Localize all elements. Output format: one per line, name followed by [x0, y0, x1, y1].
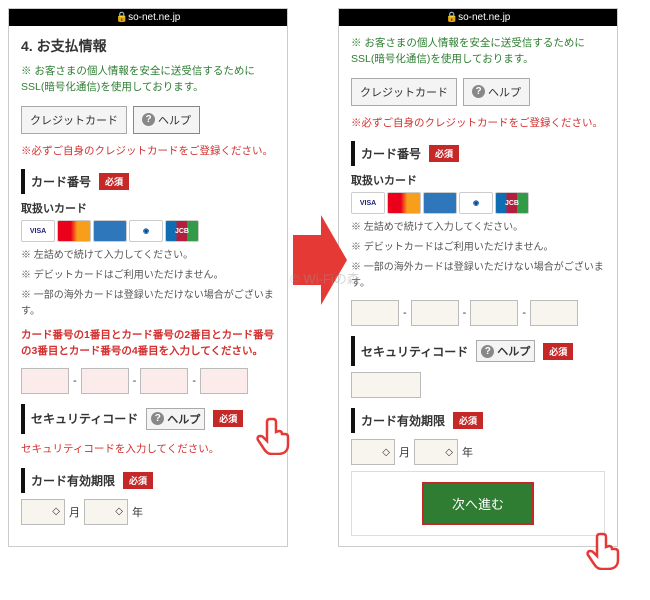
hint-1: ※ 左詰めで続けて入力してください。 [351, 220, 605, 236]
pointer-hand-icon [585, 530, 625, 573]
submit-wrap: 次へ進む [351, 471, 605, 536]
hint-2: ※ デビットカードはご利用いただけません。 [21, 268, 275, 284]
card-number-error: カード番号の1番目とカード番号の2番目とカード番号の3番目とカード番号の4番目を… [21, 328, 275, 360]
accepted-cards: VISA ◉ JCB [21, 220, 275, 242]
hint-2: ※ デビットカードはご利用いただけません。 [351, 240, 605, 256]
hint-3: ※ 一部の海外カードは登録いただけない場合がございます。 [351, 260, 605, 292]
required-badge: 必須 [429, 145, 459, 162]
card-num-3[interactable] [140, 368, 188, 394]
help-icon: ? [472, 85, 485, 98]
accepted-cards: VISA ◉ JCB [351, 192, 605, 214]
next-button[interactable]: 次へ進む [422, 482, 534, 525]
amex-icon [423, 192, 457, 214]
ssl-notice: ※ お客さまの個人情報を安全に送受信するためにSSL(暗号化通信)を使用しており… [21, 64, 275, 96]
required-badge: 必須 [99, 173, 129, 190]
card-num-3[interactable] [470, 300, 518, 326]
accepted-cards-label: 取扱いカード [351, 172, 605, 188]
card-num-1[interactable] [351, 300, 399, 326]
card-number-heading: カード番号 必須 [21, 169, 275, 194]
page-title: 4. お支払情報 [21, 36, 275, 56]
required-badge: 必須 [123, 472, 153, 489]
hint-1: ※ 左詰めで続けて入力してください。 [21, 248, 275, 264]
visa-icon: VISA [21, 220, 55, 242]
own-card-warning: ※必ずご自身のクレジットカードをご登録ください。 [21, 144, 275, 160]
diners-icon: ◉ [459, 192, 493, 214]
help-icon: ? [481, 345, 494, 358]
help-icon: ? [151, 412, 164, 425]
card-number-row: - - - [351, 300, 605, 326]
tab-credit-card[interactable]: クレジットカード [351, 78, 457, 106]
expiry-heading: カード有効期限 必須 [351, 408, 605, 433]
ssl-notice: ※ お客さまの個人情報を安全に送受信するためにSSL(暗号化通信)を使用しており… [351, 36, 605, 68]
help-button-sec[interactable]: ?ヘルプ [146, 408, 205, 430]
visa-icon: VISA [351, 192, 385, 214]
security-code-heading: セキュリティコード ?ヘルプ 必須 [21, 404, 275, 434]
expiry-year-select[interactable]: ◇ [414, 439, 458, 465]
hint-3: ※ 一部の海外カードは登録いただけない場合がございます。 [21, 288, 275, 320]
card-num-1[interactable] [21, 368, 69, 394]
mastercard-icon [57, 220, 91, 242]
pointer-hand-icon [255, 415, 295, 458]
expiry-month-select[interactable]: ◇ [351, 439, 395, 465]
security-code-error: セキュリティコードを入力してください。 [21, 442, 275, 458]
card-number-row: - - - [21, 368, 275, 394]
tab-credit-card[interactable]: クレジットカード [21, 106, 127, 134]
mastercard-icon [387, 192, 421, 214]
expiry-month-select[interactable]: ◇ [21, 499, 65, 525]
help-button[interactable]: ?ヘルプ [133, 106, 200, 134]
card-num-4[interactable] [530, 300, 578, 326]
status-bar: 🔒so-net.ne.jp [9, 9, 287, 26]
expiry-year-select[interactable]: ◇ [84, 499, 128, 525]
card-number-heading: カード番号 必須 [351, 141, 605, 166]
help-button[interactable]: ?ヘルプ [463, 78, 530, 106]
help-button-sec[interactable]: ?ヘルプ [476, 340, 535, 362]
jcb-icon: JCB [165, 220, 199, 242]
amex-icon [93, 220, 127, 242]
arrow-icon [293, 210, 347, 313]
own-card-warning: ※必ずご自身のクレジットカードをご登録ください。 [351, 116, 605, 132]
card-num-4[interactable] [200, 368, 248, 394]
required-badge: 必須 [213, 410, 243, 427]
security-code-input[interactable] [351, 372, 421, 398]
required-badge: 必須 [453, 412, 483, 429]
security-code-heading: セキュリティコード ?ヘルプ 必須 [351, 336, 605, 366]
status-bar: 🔒so-net.ne.jp [339, 9, 617, 26]
card-num-2[interactable] [81, 368, 129, 394]
required-badge: 必須 [543, 343, 573, 360]
help-icon: ? [142, 113, 155, 126]
diners-icon: ◉ [129, 220, 163, 242]
jcb-icon: JCB [495, 192, 529, 214]
phone-right: 🔒so-net.ne.jp ※ お客さまの個人情報を安全に送受信するためにSSL… [338, 8, 618, 547]
card-num-2[interactable] [411, 300, 459, 326]
expiry-heading: カード有効期限 必須 [21, 468, 275, 493]
accepted-cards-label: 取扱いカード [21, 200, 275, 216]
phone-left: 🔒so-net.ne.jp 4. お支払情報 ※ お客さまの個人情報を安全に送受… [8, 8, 288, 547]
